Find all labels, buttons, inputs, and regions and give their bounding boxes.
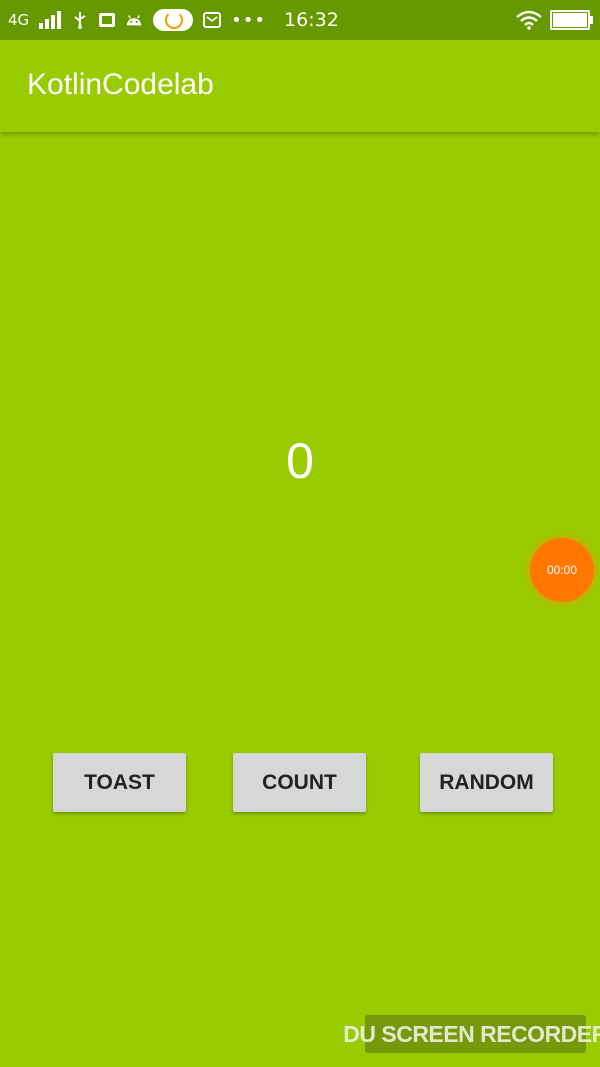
- random-button[interactable]: RANDOM: [420, 753, 553, 812]
- battery-icon: [550, 10, 593, 30]
- more-notifications-icon: •••: [231, 9, 267, 31]
- wifi-icon: [516, 10, 542, 30]
- counter-text: 0: [286, 433, 314, 489]
- count-button[interactable]: COUNT: [233, 753, 366, 812]
- cloud-icon: [153, 9, 194, 31]
- status-bar-right: [516, 0, 593, 40]
- toast-button[interactable]: TOAST: [53, 753, 186, 812]
- recorder-watermark: DU SCREEN RECORDER: [343, 1015, 600, 1053]
- status-clock: 16:32: [284, 9, 339, 31]
- sim-icon: [99, 13, 116, 27]
- status-bar: 4G ••• 16:32: [0, 0, 600, 40]
- mail-icon: [203, 11, 222, 29]
- usb-icon: [71, 11, 89, 29]
- recorder-timer-button[interactable]: 00:00: [530, 538, 594, 602]
- app-title: KotlinCodelab: [27, 68, 214, 101]
- android-icon: [125, 11, 143, 29]
- signal-icon: [39, 11, 62, 29]
- status-bar-left: 4G ••• 16:32: [8, 0, 339, 40]
- app-bar: KotlinCodelab: [0, 40, 600, 132]
- network-type-label: 4G: [8, 11, 30, 29]
